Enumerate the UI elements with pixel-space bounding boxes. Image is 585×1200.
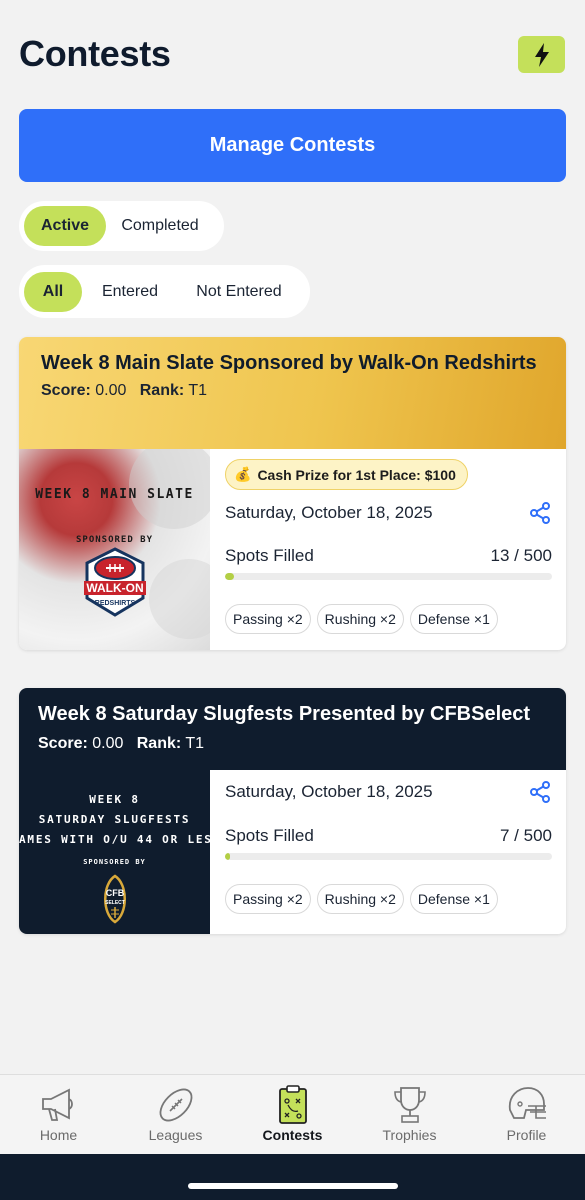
spots-progress-fill	[225, 573, 234, 580]
filter-completed[interactable]: Completed	[106, 206, 214, 246]
tab-home-label: Home	[39, 1127, 78, 1143]
logo-text-cfb: CFB	[106, 888, 125, 898]
spots-progress	[225, 573, 552, 580]
contest-date: Saturday, October 18, 2025	[225, 782, 433, 801]
clipboard-icon	[278, 1085, 307, 1124]
contest-header: Week 8 Saturday Slugfests Presented by C…	[19, 688, 566, 770]
spots-row: Spots Filled 7 / 500	[225, 826, 552, 846]
megaphone-icon	[41, 1088, 73, 1121]
chip-passing: Passing ×2	[225, 884, 311, 914]
page-title: Contests	[19, 33, 171, 74]
helmet-icon	[508, 1087, 546, 1119]
contest-thumbnail: WEEK 8 SATURDAY SLUGFESTS AMES WITH O/U …	[19, 770, 210, 934]
spots-label: Spots Filled	[225, 546, 314, 565]
tab-trophies[interactable]: Trophies	[351, 1075, 468, 1154]
contest-header: Week 8 Main Slate Sponsored by Walk-On R…	[19, 337, 566, 449]
system-home-bar	[0, 1154, 585, 1200]
thumb-subtitle: SATURDAY SLUGFESTS	[38, 813, 191, 826]
contest-thumbnail: WEEK 8 MAIN SLATE SPONSORED BY WALK-ON R…	[19, 449, 210, 650]
quick-action-button[interactable]	[518, 36, 565, 73]
prize-badge: 💰 Cash Prize for 1st Place: $100	[225, 459, 468, 490]
spots-progress-fill	[225, 853, 230, 860]
spots-value: 13 / 500	[490, 546, 552, 565]
contest-card[interactable]: Week 8 Saturday Slugfests Presented by C…	[19, 688, 566, 934]
spots-value: 7 / 500	[500, 826, 552, 845]
contest-meta: Score: 0.00 Rank: T1	[38, 735, 546, 753]
tab-profile-label: Profile	[506, 1127, 547, 1143]
share-icon[interactable]	[528, 501, 552, 525]
contest-date: Saturday, October 18, 2025	[225, 503, 433, 522]
tab-leagues[interactable]: Leagues	[117, 1075, 234, 1154]
rank-value: T1	[188, 382, 208, 399]
walk-on-redshirts-logo: WALK-ON REDSHIRTS	[84, 547, 146, 617]
roster-chips: Passing ×2 Rushing ×2 Defense ×1	[225, 604, 498, 634]
tab-trophies-label: Trophies	[382, 1127, 437, 1143]
tab-leagues-label: Leagues	[148, 1127, 203, 1143]
rank-label: Rank:	[136, 735, 182, 752]
home-indicator[interactable]	[188, 1183, 398, 1189]
logo-text-redshirts: REDSHIRTS	[95, 600, 136, 607]
bottom-tab-bar: Home Leagues Contests Trophies Profile	[0, 1074, 585, 1154]
tab-profile[interactable]: Profile	[468, 1075, 585, 1154]
thumb-title: WEEK 8	[89, 793, 140, 806]
filter-all[interactable]: All	[24, 271, 82, 312]
cfb-select-logo: CFB SELECT	[104, 874, 126, 924]
share-icon[interactable]	[528, 780, 552, 804]
status-filter: Active Completed	[19, 201, 224, 251]
chip-rushing: Rushing ×2	[316, 604, 404, 634]
tab-contests-label: Contests	[262, 1127, 323, 1143]
chip-defense: Defense ×1	[409, 884, 498, 914]
contest-info: Saturday, October 18, 2025 Spots Filled 7…	[210, 770, 566, 934]
score-value: 0.00	[92, 735, 124, 752]
contest-title: Week 8 Main Slate Sponsored by Walk-On R…	[41, 352, 537, 374]
thumb-description: AMES WITH O/U 44 OR LES	[19, 833, 210, 846]
filter-not-entered[interactable]: Not Entered	[178, 272, 300, 312]
thumb-title: WEEK 8 MAIN SLATE	[35, 487, 194, 502]
contest-info: 💰 Cash Prize for 1st Place: $100 Saturday…	[210, 449, 566, 650]
contest-card[interactable]: Week 8 Main Slate Sponsored by Walk-On R…	[19, 337, 566, 650]
rank-value: T1	[185, 735, 205, 752]
thumb-sponsored: SPONSORED BY	[83, 858, 146, 866]
trophy-icon	[393, 1087, 426, 1123]
rank-label: Rank:	[139, 382, 185, 399]
chip-defense: Defense ×1	[409, 604, 498, 634]
contest-title: Week 8 Saturday Slugfests Presented by C…	[38, 703, 531, 725]
manage-contests-button[interactable]: Manage Contests	[19, 109, 566, 182]
spots-progress	[225, 853, 552, 860]
score-label: Score:	[41, 382, 91, 399]
filter-entered[interactable]: Entered	[82, 272, 178, 312]
chip-passing: Passing ×2	[225, 604, 311, 634]
tab-home[interactable]: Home	[0, 1075, 117, 1154]
tab-contests[interactable]: Contests	[234, 1075, 351, 1154]
money-bag-icon: 💰	[234, 466, 252, 482]
score-value: 0.00	[95, 382, 127, 399]
logo-text-select: SELECT	[105, 900, 125, 906]
roster-chips: Passing ×2 Rushing ×2 Defense ×1	[225, 884, 498, 914]
score-label: Score:	[38, 735, 88, 752]
thumb-sponsored: SPONSORED BY	[75, 535, 154, 545]
logo-text-walk-on: WALK-ON	[86, 581, 143, 595]
filter-active[interactable]: Active	[24, 206, 106, 246]
prize-text: Cash Prize for 1st Place: $100	[257, 466, 456, 483]
football-icon	[159, 1088, 192, 1122]
entry-filter: All Entered Not Entered	[19, 265, 310, 318]
lightning-icon	[534, 42, 549, 67]
spots-row: Spots Filled 13 / 500	[225, 546, 552, 566]
contest-meta: Score: 0.00 Rank: T1	[41, 382, 546, 400]
spots-label: Spots Filled	[225, 826, 314, 845]
chip-rushing: Rushing ×2	[316, 884, 404, 914]
